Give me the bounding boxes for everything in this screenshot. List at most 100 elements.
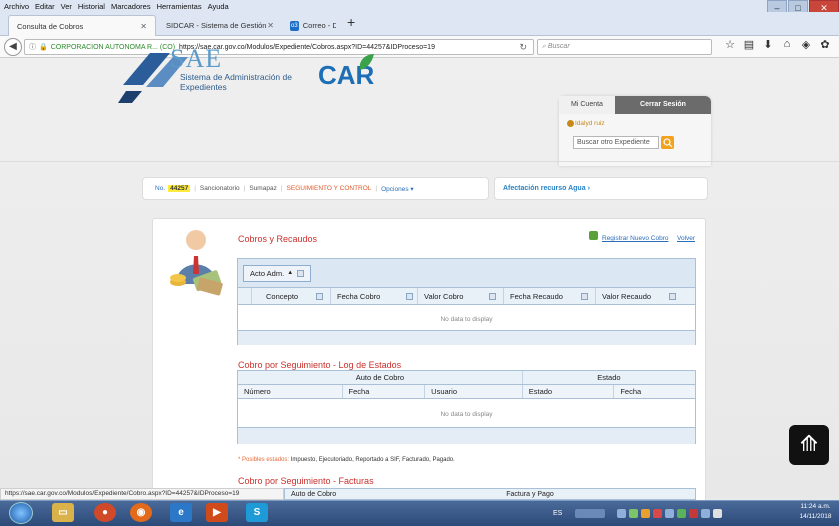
- afectacion-label: Afectación recurso Agua: [503, 185, 586, 192]
- home-icon[interactable]: ⌂: [779, 38, 795, 51]
- tab-consulta-cobros[interactable]: Consulta de Cobros ✕: [8, 15, 156, 36]
- col-usuario[interactable]: Usuario: [425, 385, 523, 398]
- menu-editar[interactable]: Editar: [35, 2, 55, 11]
- tray-overflow-icon[interactable]: [575, 508, 606, 518]
- tray-app-icon[interactable]: [653, 508, 663, 518]
- group-estado: Estado: [597, 373, 621, 382]
- breadcrumb-sumapaz[interactable]: Sumapaz: [249, 185, 276, 192]
- start-button[interactable]: [9, 502, 33, 524]
- reload-icon[interactable]: ↻: [519, 42, 527, 53]
- search-placeholder: Buscar: [547, 43, 570, 50]
- volver-link[interactable]: Volver: [677, 235, 695, 242]
- ie-icon[interactable]: e: [170, 503, 192, 522]
- tray-app-icon[interactable]: [689, 508, 699, 518]
- search-go-button[interactable]: [661, 136, 674, 149]
- no-data-message: No data to display: [440, 411, 493, 418]
- bookmark-star-icon[interactable]: ☆: [722, 38, 738, 51]
- col-valor-recaudo[interactable]: Valor Recaudo: [596, 288, 695, 304]
- col-label: Concepto: [266, 291, 299, 301]
- log-estados-grid: Auto de Cobro Estado Número Fecha Usuari…: [237, 370, 696, 444]
- add-cobro-icon[interactable]: [589, 231, 598, 240]
- cerrar-sesion-button[interactable]: Cerrar Sesión: [615, 96, 711, 114]
- grid-footer: [238, 427, 695, 444]
- filter-icon[interactable]: [406, 292, 414, 300]
- breadcrumb-seguimiento[interactable]: SEGUIMIENTO Y CONTROL: [287, 185, 372, 192]
- skype-icon[interactable]: S: [246, 503, 268, 522]
- breadcrumb: No. 44257 | Sancionatorio | Sumapaz | SE…: [142, 177, 489, 200]
- col-fecha[interactable]: Fecha: [343, 385, 426, 398]
- close-tab-icon[interactable]: ✕: [140, 22, 147, 31]
- tray-app-icon[interactable]: [629, 508, 639, 518]
- volume-icon[interactable]: [713, 508, 723, 518]
- chrome-icon[interactable]: ●: [94, 503, 116, 522]
- group-chip-acto-adm[interactable]: Acto Adm. ▲: [243, 265, 312, 282]
- tray-app-icon[interactable]: [617, 508, 627, 518]
- mi-cuenta-tab[interactable]: Mi Cuenta: [559, 96, 615, 114]
- no-data-message: No data to display: [440, 316, 493, 323]
- col-label: Fecha Recaudo: [510, 291, 563, 301]
- reading-list-icon[interactable]: ▤: [741, 38, 757, 51]
- filter-icon[interactable]: [316, 292, 324, 300]
- menu-historial[interactable]: Historial: [78, 2, 105, 11]
- download-icon[interactable]: ⬇: [760, 38, 776, 51]
- new-tab-button[interactable]: +: [347, 14, 355, 30]
- system-tray: ES: [553, 504, 788, 522]
- tab-label: Consulta de Cobros: [17, 21, 84, 31]
- group-panel: Acto Adm. ▲: [238, 259, 695, 288]
- file-explorer-icon[interactable]: ▭: [52, 503, 74, 522]
- toolbar-icons: ☆ ▤ ⬇ ⌂ ◈ ✿ ≡: [722, 38, 839, 51]
- opciones-dropdown[interactable]: Opciones ▾: [381, 185, 414, 193]
- tab-correo[interactable]: o3 Correo - Dianitha_admon@: [282, 15, 344, 36]
- menu-bar: Archivo Editar Ver Historial Marcadores …: [0, 0, 839, 12]
- filter-icon[interactable]: [297, 270, 305, 277]
- network-icon[interactable]: [701, 508, 711, 518]
- expediente-number: 44257: [168, 185, 191, 192]
- info-icon[interactable]: ⓘ: [29, 42, 36, 52]
- menu-herramientas[interactable]: Herramientas: [157, 2, 202, 11]
- tray-app-icon[interactable]: [677, 508, 687, 518]
- tray-app-icon[interactable]: [641, 508, 651, 518]
- filter-icon[interactable]: [669, 292, 677, 300]
- search-expediente-input[interactable]: Buscar otro Expediente: [573, 136, 659, 149]
- pocket-icon[interactable]: ◈: [798, 38, 814, 51]
- col-valor-cobro[interactable]: Valor Cobro: [418, 288, 504, 304]
- media-player-icon[interactable]: ▶: [206, 503, 228, 522]
- col-numero[interactable]: Número: [238, 385, 343, 398]
- username-link[interactable]: Idalyd ruiz: [575, 120, 605, 127]
- filter-icon[interactable]: [580, 292, 588, 300]
- lock-icon: 🔒: [39, 44, 48, 51]
- floating-action-icon[interactable]: ⟰: [789, 425, 829, 465]
- menu-marcadores[interactable]: Marcadores: [111, 2, 151, 11]
- col-fecha-recaudo[interactable]: Fecha Recaudo: [504, 288, 596, 304]
- afectacion-link[interactable]: Afectación recurso Agua ›: [494, 177, 708, 200]
- clock-date: 14/11/2018: [799, 513, 832, 520]
- col-label: Valor Recaudo: [602, 291, 652, 301]
- registrar-cobro-link[interactable]: Registrar Nuevo Cobro: [602, 235, 668, 242]
- col-estado[interactable]: Estado: [523, 385, 615, 398]
- header-divider: [0, 161, 839, 162]
- language-indicator[interactable]: ES: [553, 510, 562, 517]
- search-input[interactable]: ⌕ Buscar: [537, 39, 712, 55]
- grid-group-header: Auto de Cobro Estado: [238, 371, 695, 385]
- posibles-label: * Posibles estados:: [238, 457, 290, 463]
- tab-bar: Consulta de Cobros ✕ SIDCAR - Sistema de…: [0, 12, 839, 36]
- clock[interactable]: 11:24 a.m. 14/11/2018: [792, 502, 839, 524]
- breadcrumb-sancionatorio[interactable]: Sancionatorio: [200, 185, 240, 192]
- tray-app-icon[interactable]: [665, 508, 675, 518]
- search-icon: [663, 138, 673, 148]
- col-fecha-estado[interactable]: Fecha: [614, 385, 695, 398]
- menu-ayuda[interactable]: Ayuda: [208, 2, 229, 11]
- facturas-title: Cobro por Seguimiento - Facturas: [238, 476, 374, 486]
- menu-archivo[interactable]: Archivo: [4, 2, 29, 11]
- caret-down-icon: ▾: [410, 185, 414, 193]
- firefox-icon[interactable]: ◉: [130, 503, 152, 522]
- col-fecha-cobro[interactable]: Fecha Cobro: [331, 288, 418, 304]
- menu-ver[interactable]: Ver: [61, 2, 72, 11]
- filter-icon[interactable]: [489, 292, 497, 300]
- back-button[interactable]: ◀: [4, 38, 22, 56]
- extension-icon[interactable]: ✿: [817, 38, 833, 51]
- close-tab-icon[interactable]: ✕: [267, 21, 274, 30]
- tab-sidcar[interactable]: SIDCAR - Sistema de Gestión Doc ✕: [158, 15, 282, 36]
- grid-footer: [238, 330, 695, 345]
- col-concepto[interactable]: Concepto: [252, 288, 331, 304]
